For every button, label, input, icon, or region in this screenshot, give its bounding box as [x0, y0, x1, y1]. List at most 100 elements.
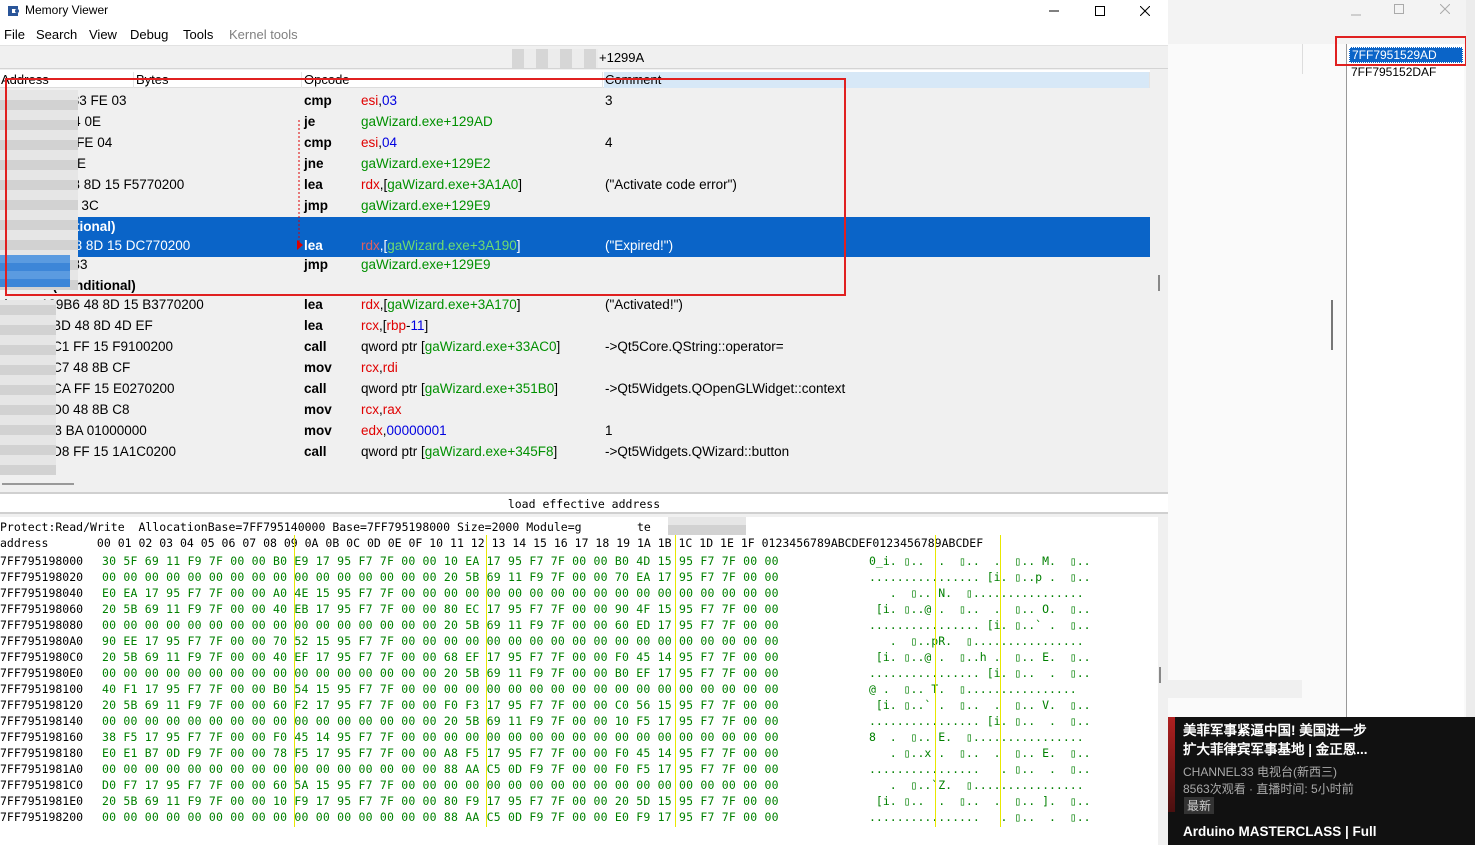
operand-token: rax: [382, 402, 402, 417]
row-mnemonic: lea: [304, 318, 323, 333]
disasm-row[interactable]: exe+129D0 48 8B C8 mov rcx,rax: [0, 400, 1150, 421]
hex-row-bytes: 00 00 00 00 00 00 00 00 00 00 00 00 00 0…: [102, 762, 779, 776]
row-operands: qword ptr [gaWizard.exe+33AC0]: [361, 339, 560, 354]
row-comment: ->Qt5Widgets.QOpenGLWidget::context: [605, 381, 846, 396]
menu-debug[interactable]: Debug: [130, 27, 168, 42]
disasm-row[interactable]: exe+129CA FF 15 E0270200 call qword ptr [g…: [0, 379, 1150, 400]
hex-row-bytes: 30 5F 69 11 F9 7F 00 00 B0 E9 17 95 F7 7…: [102, 554, 779, 568]
column-separator: [486, 535, 487, 827]
operand-token: ]: [424, 318, 429, 333]
operand-token: rbp: [386, 318, 407, 333]
disasm-row[interactable]: exe+129BD 48 8D 4D EF lea rcx,[rbp-11]: [0, 316, 1150, 337]
operand-token: rcx: [361, 402, 379, 417]
disassembler-scrollbar[interactable]: [1150, 70, 1168, 475]
row-operands: rcx,rax: [361, 402, 402, 417]
hex-row-ascii: . ▯..`Z. ▯................: [869, 778, 1084, 792]
operand-token: gaWizard.exe+351B0: [424, 381, 555, 396]
cheat-engine-icon: [8, 6, 19, 16]
video-channel[interactable]: CHANNEL33 电视台(新西三): [1183, 763, 1337, 780]
hex-row-address: 7FF795198000: [0, 554, 84, 568]
address-list-item[interactable]: 7FF795152DAF: [1349, 65, 1463, 81]
menu-kernel-tools[interactable]: Kernel tools: [229, 27, 298, 42]
video-recommendation[interactable]: 美菲军事紧逼中国! 美国进一步 扩大菲律宾军事基地 | 金正恩... CHANN…: [1168, 717, 1475, 845]
divider: [1302, 44, 1303, 74]
hex-row-address: 7FF795198160: [0, 730, 84, 744]
operand-token: gaWizard.exe+345F8: [424, 444, 554, 459]
operand-token: gaWizard.exe+3A170: [387, 297, 517, 312]
hex-row-bytes: 00 00 00 00 00 00 00 00 00 00 00 00 00 0…: [102, 714, 779, 728]
operand-token: edx: [361, 423, 383, 438]
hex-row-ascii: . ▯..x . ▯.. . ▯.. E. ▯..: [869, 746, 1091, 760]
minimize-button[interactable]: [1031, 0, 1077, 22]
disasm-row[interactable]: exe+129C7 48 8B CF mov rcx,rdi: [0, 358, 1150, 379]
disasm-row[interactable]: xe+129D3 BA 01000000 mov edx,00000001 1: [0, 421, 1150, 442]
operand-token: 11: [410, 318, 425, 333]
column-separator: [1000, 535, 1001, 827]
instruction-description: load effective address: [0, 492, 1168, 514]
hex-row-address: 7FF7951980C0: [0, 650, 84, 664]
row-mnemonic: mov: [304, 423, 332, 438]
hex-row-address: 7FF7951981E0: [0, 794, 84, 808]
hex-row-address: 7FF795198200: [0, 810, 84, 824]
close-button[interactable]: [1122, 0, 1168, 22]
operand-token: ]: [516, 297, 521, 312]
hex-row-ascii: [i. ▯..@ . ▯.. . ▯.. O. ▯..: [869, 602, 1091, 616]
scrollbar-thumb[interactable]: [1158, 275, 1160, 291]
menu-view[interactable]: View: [89, 27, 117, 42]
maximize-button[interactable]: [1077, 0, 1123, 22]
horizontal-scrollbar[interactable]: [0, 475, 1168, 492]
disasm-row[interactable]: exe+129D8 FF 15 1A1C0200 call qword ptr [g…: [0, 442, 1150, 463]
splitter-handle[interactable]: [1331, 300, 1333, 350]
close-icon: [1140, 6, 1150, 16]
row-mnemonic: call: [304, 339, 327, 354]
hex-row-bytes: 00 00 00 00 00 00 00 00 00 00 00 00 00 0…: [102, 810, 779, 824]
operand-token: ]: [554, 381, 559, 396]
redacted-region: [668, 517, 746, 535]
hex-row-ascii: ................ [i. ▯..p . ▯..: [869, 570, 1091, 584]
memory-viewer-window: Memory Viewer File Search View Debug Too…: [0, 0, 1168, 845]
hex-row-address: 7FF795198120: [0, 698, 84, 712]
hex-row-address: 7FF795198020: [0, 570, 84, 584]
hex-row-bytes: D0 F7 17 95 F7 7F 00 00 60 5A 15 95 F7 7…: [102, 778, 779, 792]
hex-row-address: 7FF795198100: [0, 682, 84, 696]
next-video-title[interactable]: Arduino MASTERCLASS | Full: [1183, 824, 1377, 839]
minimize-icon[interactable]: [1351, 10, 1361, 20]
address-list[interactable]: 7FF7951529AD 7FF795152DAF: [1346, 44, 1464, 717]
hex-view[interactable]: Protect:Read/Write AllocationBase=7FF795…: [0, 517, 1158, 845]
column-separator: [935, 535, 936, 827]
operand-token: rdx: [361, 297, 380, 312]
hex-row-ascii: [i. ▯.. . ▯.. . ▯.. ]. ▯..: [869, 794, 1091, 808]
hex-row-ascii: . ▯..pR. ▯................: [869, 634, 1084, 648]
address-bar[interactable]: +1299A: [0, 47, 1168, 69]
row-mnemonic: call: [304, 381, 327, 396]
scrollbar-thumb[interactable]: [2, 483, 74, 485]
row-operands: rdx,[gaWizard.exe+3A170]: [361, 297, 521, 312]
video-stats: 8563次观看 · 直播时间: 5小时前: [1183, 782, 1354, 796]
address-bar-value: +1299A: [599, 50, 645, 65]
row-comment: 1: [605, 423, 613, 438]
close-icon[interactable]: [1440, 4, 1450, 14]
operand-token: gaWizard.exe+33AC0: [424, 339, 557, 354]
region-info: Protect:Read/Write AllocationBase=7FF795…: [0, 520, 651, 534]
operand-token: ]: [556, 339, 561, 354]
operand-token: qword ptr [: [361, 444, 425, 459]
menu-file[interactable]: File: [4, 27, 25, 42]
video-title-line1[interactable]: 美菲军事紧逼中国! 美国进一步: [1183, 719, 1367, 739]
disasm-row[interactable]: d.exe+129B6 48 8D 15 B3770200 lea rdx,[gaW…: [0, 295, 1150, 316]
hex-row-ascii: ................ [i. ▯..` . ▯..: [869, 618, 1091, 632]
hex-row-bytes: 90 EE 17 95 F7 7F 00 00 70 52 15 95 F7 7…: [102, 634, 779, 648]
disasm-row[interactable]: exe+129C1 FF 15 F9100200 call qword ptr [g…: [0, 337, 1150, 358]
hex-row-bytes: 20 5B 69 11 F9 7F 00 00 60 F2 17 95 F7 7…: [102, 698, 779, 712]
menu-search[interactable]: Search: [36, 27, 77, 42]
row-comment: ("Activated!"): [605, 297, 683, 312]
column-separator: [294, 535, 295, 827]
scrollbar-thumb[interactable]: [1159, 667, 1161, 683]
new-badge: 最新: [1184, 797, 1215, 814]
video-thumbnail[interactable]: [1168, 717, 1175, 812]
hex-scrollbar[interactable]: [1158, 517, 1168, 845]
row-operands: rcx,[rbp-11]: [361, 318, 428, 333]
video-title-line2[interactable]: 扩大菲律宾军事基地 | 金正恩...: [1183, 738, 1368, 758]
hex-row-ascii: ................ . ▯.. . ▯..: [869, 810, 1091, 824]
menu-tools[interactable]: Tools: [183, 27, 213, 42]
maximize-icon[interactable]: [1394, 4, 1404, 14]
